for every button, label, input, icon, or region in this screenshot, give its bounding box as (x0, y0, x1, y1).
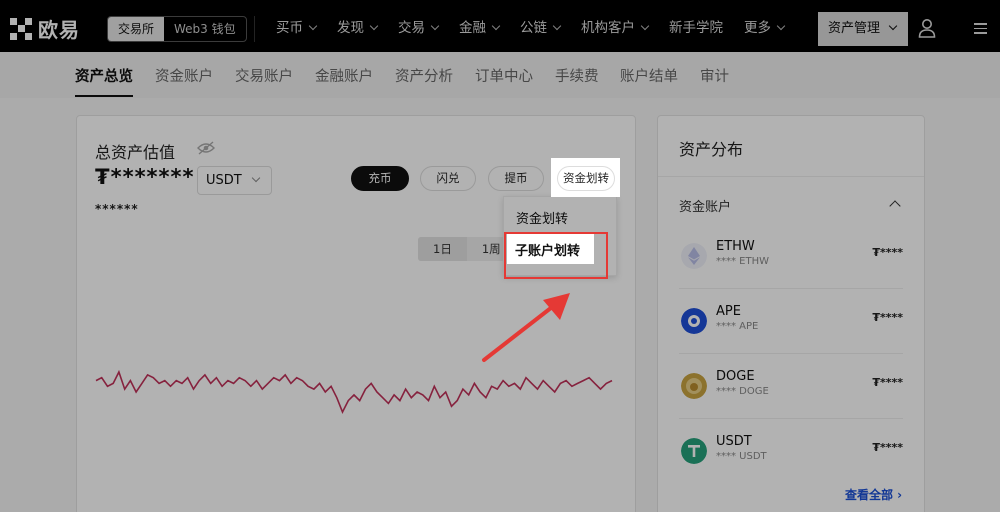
time-range-selector: 1日 1周 (418, 237, 516, 261)
coin-value: ₮**** (872, 311, 903, 324)
usdt-icon (681, 438, 707, 464)
coin-symbol: APE (716, 304, 741, 319)
coin-amount: **** APE (716, 321, 759, 332)
chevron-down-icon (491, 21, 501, 31)
hamburger-menu-icon[interactable] (974, 23, 987, 37)
active-tab-indicator (75, 95, 133, 97)
exchange-wallet-switch[interactable]: 交易所 Web3 钱包 (107, 16, 247, 42)
coin-row-doge[interactable]: DOGE **** DOGE ₮**** (679, 369, 903, 438)
logo-mark-icon (10, 17, 32, 40)
transfer-button-highlight: 资金划转 (551, 158, 620, 197)
coin-symbol: ETHW (716, 239, 755, 254)
nav-divider (254, 16, 255, 42)
nav-buy-crypto[interactable]: 买币 (276, 16, 318, 36)
doge-icon (681, 373, 707, 399)
row-divider (679, 418, 903, 419)
coin-symbol: USDT (716, 434, 752, 449)
nav-discover[interactable]: 发现 (337, 16, 379, 36)
coin-value: ₮**** (872, 246, 903, 259)
coin-row-ethw[interactable]: ETHW **** ETHW ₮**** (679, 239, 903, 308)
asset-management-button[interactable]: 资产管理 (818, 12, 908, 46)
segment-exchange[interactable]: 交易所 (108, 17, 165, 41)
annotation-arrow-icon (482, 293, 570, 362)
tab-finance-account[interactable]: 金融账户 (315, 65, 373, 86)
coin-symbol: DOGE (716, 369, 755, 384)
asset-distribution-title: 资产分布 (679, 140, 744, 159)
ethw-icon (681, 243, 707, 269)
coin-row-ape[interactable]: APE **** APE ₮**** (679, 304, 903, 373)
currency-select[interactable]: USDT (197, 166, 272, 195)
total-asset-sub-value: ****** (95, 202, 139, 216)
nav-finance[interactable]: 金融 (459, 16, 501, 36)
ape-icon (681, 308, 707, 334)
nav-academy[interactable]: 新手学院 (669, 16, 723, 36)
dropdown-item-fund-transfer[interactable]: 资金划转 (516, 208, 568, 227)
nav-more[interactable]: 更多 (744, 16, 786, 36)
asset-trend-line (95, 369, 613, 414)
coin-amount: **** USDT (716, 451, 767, 462)
coin-value: ₮**** (872, 376, 903, 389)
row-divider (679, 353, 903, 354)
nav-institutional[interactable]: 机构客户 (581, 16, 650, 36)
tab-asset-analysis[interactable]: 资产分析 (395, 65, 453, 86)
chevron-down-icon (640, 21, 650, 31)
annotation-highlight-box (504, 232, 608, 279)
chevron-down-icon (308, 21, 318, 31)
logo-text: 欧易 (38, 18, 80, 42)
tab-trading-account[interactable]: 交易账户 (235, 65, 293, 86)
tab-funding-account[interactable]: 资金账户 (155, 65, 213, 86)
nav-chain[interactable]: 公链 (520, 16, 562, 36)
chevron-down-icon (369, 21, 379, 31)
total-asset-value: ₮******* (95, 165, 195, 189)
row-divider (679, 288, 903, 289)
tab-asset-overview[interactable]: 资产总览 (75, 65, 133, 86)
range-1d[interactable]: 1日 (418, 237, 467, 261)
withdraw-button[interactable]: 提币 (488, 166, 544, 191)
chevron-down-icon (552, 21, 562, 31)
convert-button[interactable]: 闪兑 (420, 166, 476, 191)
tab-order-center[interactable]: 订单中心 (475, 65, 533, 86)
okx-logo[interactable]: 欧易 (10, 14, 80, 43)
nav-trade[interactable]: 交易 (398, 16, 440, 36)
coin-amount: **** ETHW (716, 256, 770, 267)
view-all-link[interactable]: 查看全部 › (845, 486, 902, 503)
top-nav-bar: 欧易 交易所 Web3 钱包 买币 发现 交易 金融 公链 机构客户 新手学院 … (0, 0, 1000, 52)
chevron-down-icon (430, 21, 440, 31)
asset-trend-chart (95, 369, 613, 414)
funding-account-section-label: 资金账户 (679, 200, 732, 215)
tab-audit[interactable]: 审计 (700, 65, 729, 86)
segment-web3-wallet[interactable]: Web3 钱包 (164, 17, 246, 41)
chevron-down-icon (251, 173, 261, 183)
coin-amount: **** DOGE (716, 386, 769, 397)
chevron-down-icon (888, 21, 898, 31)
fund-transfer-button[interactable]: 资金划转 (557, 166, 615, 191)
chevron-down-icon (776, 21, 786, 31)
coin-value: ₮**** (872, 441, 903, 454)
section-divider (658, 176, 924, 177)
deposit-button[interactable]: 充币 (351, 166, 409, 191)
account-tabs: 资产总览 资金账户 交易账户 金融账户 资产分析 订单中心 手续费 账户结单 审… (0, 52, 1000, 98)
total-asset-title: 总资产估值 (95, 143, 176, 162)
tab-fees[interactable]: 手续费 (555, 65, 599, 86)
user-icon[interactable] (918, 18, 936, 38)
main-nav: 买币 发现 交易 金融 公链 机构客户 新手学院 更多 (276, 0, 805, 52)
tab-statements[interactable]: 账户结单 (620, 65, 678, 86)
hide-balance-icon[interactable] (197, 141, 215, 155)
